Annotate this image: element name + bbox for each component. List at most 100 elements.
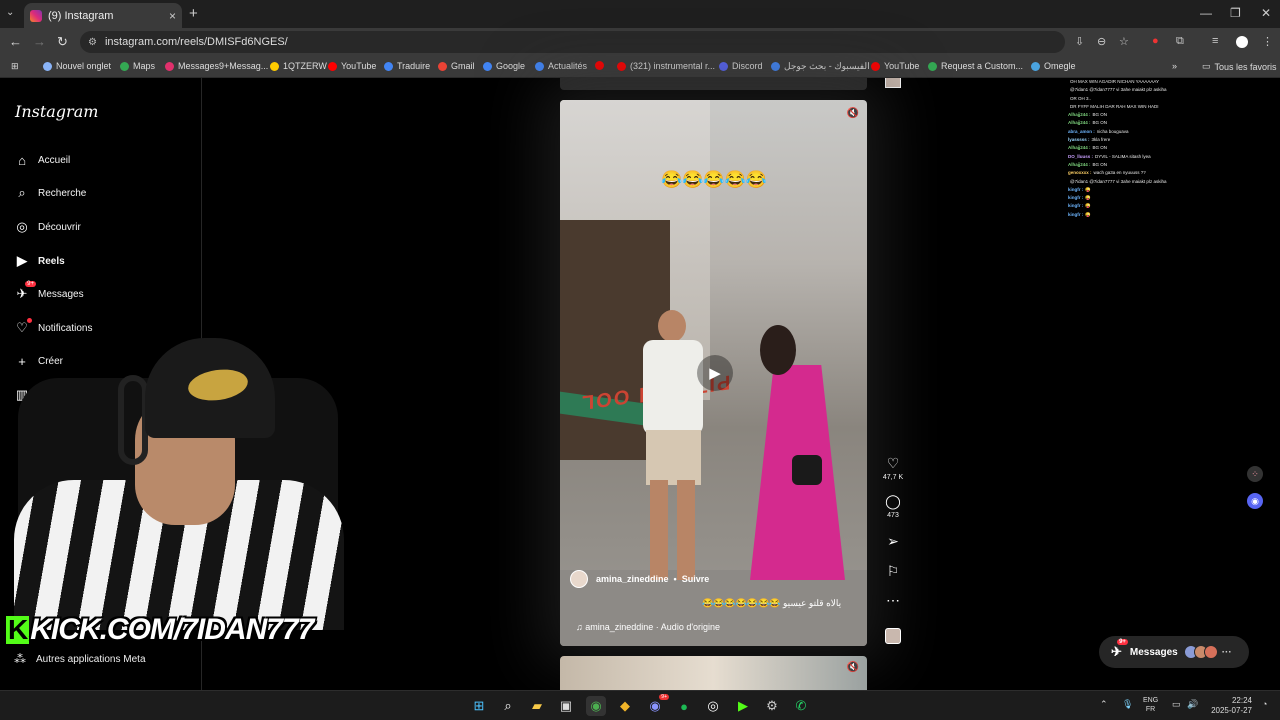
network-icon[interactable]: ▭ (1172, 699, 1181, 710)
bookmark-favicon-icon (617, 61, 626, 71)
bookmark-star-icon[interactable]: ☆ (1119, 35, 1129, 48)
sidebar-item-messenger[interactable]: ✈ 9+ Messages (14, 281, 84, 302)
mute-icon[interactable]: 🔇 (847, 108, 859, 119)
bookmark-item[interactable] (595, 61, 608, 70)
bookmark-item[interactable]: Omegle (1031, 61, 1076, 71)
app-icon[interactable]: ◆ (615, 696, 635, 716)
restore-icon[interactable]: ❐ (1230, 6, 1241, 20)
tab-instagram[interactable]: (9) Instagram × (24, 3, 182, 28)
chat-text: OH MAX WIN AGADIR NICHAN YAAAAAAY (1070, 79, 1160, 84)
bookmark-label: Request a Custom... (941, 61, 1024, 71)
profile-icon[interactable] (1236, 36, 1248, 48)
previous-reel[interactable] (560, 78, 867, 90)
bookmark-item[interactable]: Messages9+Messag... (165, 61, 268, 71)
language-indicator[interactable]: ENG FR (1143, 696, 1158, 714)
sidebar-item-compass[interactable]: ◎ Découvrir (14, 219, 80, 235)
bookmark-label: Traduire (397, 61, 431, 71)
close-window-icon[interactable]: ✕ (1261, 6, 1271, 20)
save-button[interactable]: ⚐ (878, 563, 908, 580)
author-username[interactable]: amina_zineddine (596, 574, 669, 584)
reel-audio[interactable]: ♫ amina_zineddine · Audio d'origine (576, 622, 720, 632)
chrome-icon[interactable]: ◉ (586, 696, 606, 716)
instagram-logo[interactable]: Instagram (15, 102, 98, 121)
audio-thumbnail[interactable] (885, 628, 901, 644)
all-favorites[interactable]: ▭ Tous les favoris (1202, 61, 1277, 72)
comment-button[interactable]: ◯ 473 (878, 493, 908, 519)
microphone-icon[interactable]: 🎙 (1122, 699, 1133, 710)
sidebar-item-search[interactable]: ⌕ Recherche (14, 185, 86, 201)
whatsapp-icon[interactable]: ✆ (791, 696, 811, 716)
bookmarks-overflow[interactable]: » (1172, 61, 1177, 71)
site-info-icon[interactable]: ⚙ (88, 37, 97, 48)
floating-discord-icon[interactable]: ◉ (1247, 493, 1263, 509)
discord-icon[interactable]: ◉ 9+ (645, 694, 669, 716)
menu-icon[interactable]: ⋮ (1262, 35, 1273, 48)
reel-video[interactable]: PITON ll OOL 😂😂😂😂😂 🔇 ▶ amina_zineddine •… (560, 100, 867, 646)
messenger-icon: ✈ 9+ (16, 281, 36, 301)
bookmark-item[interactable]: Google (483, 61, 525, 71)
bookmark-item[interactable]: 1QTZERW (270, 61, 327, 71)
sidebar-item-reels[interactable]: ▶ Reels (14, 253, 65, 269)
play-icon[interactable]: ▶ (697, 355, 733, 391)
bookmark-label: 1QTZERW (283, 61, 327, 71)
streamer-webcam (0, 330, 360, 630)
next-reel-mute-icon[interactable]: 🔇 (847, 662, 859, 673)
floating-extension-icon[interactable]: ⁘ (1247, 466, 1263, 482)
volume-icon[interactable]: 🔊 (1187, 699, 1198, 710)
author-avatar[interactable] (570, 570, 588, 588)
app-settings-icon[interactable]: ⚙ (762, 696, 782, 716)
minimize-icon[interactable]: — (1200, 6, 1212, 20)
bookmark-item[interactable]: Request a Custom... (928, 61, 1023, 71)
chat-message: Alhajj244 : BG ON (1068, 111, 1208, 119)
messages-popup-button[interactable]: ✈ 9+ Messages ··· (1099, 636, 1249, 668)
tab-close-icon[interactable]: × (169, 9, 176, 23)
bookmark-favicon-icon (384, 61, 393, 71)
sidebar-item-home[interactable]: ⌂ Accueil (14, 152, 70, 168)
bookmark-item[interactable]: Maps (120, 61, 155, 71)
chat-username: DO_lluuss : (1068, 153, 1094, 159)
apps-grid-icon[interactable]: ⊞ (11, 61, 19, 72)
back-icon[interactable]: ← (9, 34, 22, 49)
spotify-icon[interactable]: ● (674, 696, 694, 716)
share-button[interactable]: ➢ (878, 533, 908, 550)
tray-overflow-icon[interactable]: ⌃ (1100, 699, 1108, 710)
kick-app-icon[interactable]: ▶ (733, 696, 753, 716)
start-icon[interactable]: ⊞ (469, 696, 489, 716)
more-options-button[interactable]: ⋯ (878, 592, 908, 609)
reel-caption[interactable]: 😂😂😂😂😂😂😂 يالاه قلتو عيسيو (702, 598, 841, 609)
reload-icon[interactable]: ↻ (57, 34, 68, 50)
new-tab-icon[interactable]: + (189, 5, 198, 22)
clock[interactable]: 22:24 2025-07-27 (1208, 696, 1252, 716)
bookmark-item[interactable]: Discord (719, 61, 763, 71)
forward-icon[interactable]: → (33, 34, 46, 49)
bookmark-label: Omegle (1044, 61, 1076, 71)
install-app-icon[interactable]: ⇩ (1075, 35, 1084, 48)
recording-icon[interactable]: ● (1152, 35, 1159, 47)
chat-message: @7idan1 @7idan7777 vi 3ahe maiakt plz as… (1068, 86, 1208, 94)
zoom-icon[interactable]: ⊖ (1097, 35, 1106, 48)
bookmark-favicon-icon (595, 61, 604, 70)
notifications-icon[interactable]: ◔ (1262, 699, 1267, 709)
follow-button[interactable]: Suivre (682, 574, 710, 584)
meta-apps-link[interactable]: ⁂ Autres applications Meta (14, 652, 146, 666)
bookmark-item[interactable]: Traduire (384, 61, 430, 71)
like-button[interactable]: ♡ 47,7 K (878, 455, 908, 481)
bookmark-item[interactable]: Gmail (438, 61, 475, 71)
extensions-icon[interactable]: ⧉ (1176, 35, 1184, 48)
next-reel[interactable]: 🔇 (560, 656, 867, 690)
bookmark-item[interactable]: YouTube (871, 61, 919, 71)
bookmark-item[interactable]: Nouvel onglet (43, 61, 111, 71)
bookmark-item[interactable]: (321) instrumental r... (617, 61, 715, 71)
previous-reel-audio-thumbnail[interactable] (885, 78, 901, 88)
file-explorer-icon[interactable]: ▰ (527, 696, 547, 716)
media-icon[interactable]: ≡ (1212, 35, 1218, 47)
obs-icon[interactable]: ◎ (703, 696, 723, 716)
bookmark-item[interactable]: الفيسبوك - بحث جوجل (771, 61, 870, 72)
bookmark-item[interactable]: Actualités (535, 61, 587, 71)
bookmark-item[interactable]: YouTube (328, 61, 376, 71)
tab-search-icon[interactable]: ⌄ (6, 7, 14, 18)
address-bar[interactable]: ⚙ instagram.com/reels/DMISFd6NGES/ (80, 31, 1065, 53)
chat-username: Alhajj244 : (1068, 120, 1091, 126)
store-icon[interactable]: ▣ (556, 696, 576, 716)
search-icon[interactable]: ⌕ (498, 696, 518, 716)
